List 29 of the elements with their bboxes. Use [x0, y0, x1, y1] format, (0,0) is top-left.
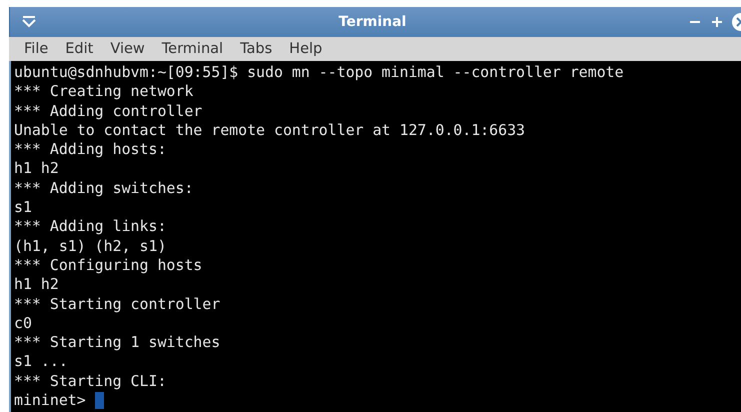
output-line: Unable to contact the remote controller at 127.0.0.1:6633 [14, 120, 526, 140]
output-line: *** Creating network [14, 82, 194, 102]
menu-item[interactable]: Terminal [154, 41, 230, 57]
output-line: *** Adding controller [14, 102, 204, 121]
menu-item[interactable]: Help [282, 41, 330, 57]
menu-item[interactable]: Tabs [233, 41, 280, 57]
output-line: *** Starting 1 switches [14, 333, 222, 352]
window-menu-icon[interactable] [22, 16, 36, 28]
output-line: c0 [14, 314, 33, 334]
window-title: Terminal [338, 14, 408, 30]
menu-item[interactable]: Edit [58, 41, 100, 57]
menu-item[interactable]: View [103, 41, 152, 57]
output-line: h1 h2 [14, 275, 60, 295]
output-line: *** Configuring hosts [14, 256, 204, 276]
maximize-icon[interactable] [711, 16, 723, 28]
output-line: (h1, s1) (h2, s1) [14, 236, 168, 256]
output-line: *** Adding switches: [14, 178, 194, 198]
output-line: *** Starting CLI: [14, 372, 168, 392]
output-line: s1 ... [14, 352, 69, 372]
menu-item[interactable]: File [17, 41, 56, 57]
output-line: ubuntu@sdnhubvm:~[09:55]$ sudo mn --topo minimal --controller remote [14, 63, 625, 82]
prompt-text: mininet> [14, 391, 87, 410]
cursor [94, 392, 104, 410]
output-line: *** Adding hosts: [14, 140, 168, 160]
close-icon[interactable] [731, 12, 741, 32]
output-line: *** Adding links: [14, 217, 168, 237]
output-line: *** Starting controller [14, 294, 222, 314]
output-line: s1 [14, 198, 33, 218]
output-line: h1 h2 [14, 159, 60, 179]
